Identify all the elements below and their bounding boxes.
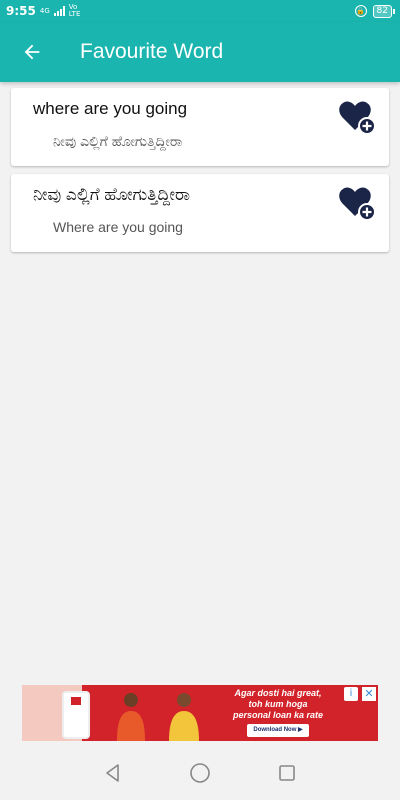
volte-bottom: LTE xyxy=(68,10,81,18)
favourite-primary-text: where are you going xyxy=(33,99,188,118)
ad-copy: Agar dosti hai great, toh kum hoga perso… xyxy=(218,688,338,737)
battery-indicator: 82 xyxy=(372,4,396,18)
volte-indicator: Vo LTE xyxy=(69,4,81,18)
triangle-back-icon xyxy=(106,763,120,782)
status-bar: 9:55 4G Vo LTE 🔒 82 xyxy=(0,0,400,22)
ad-person-image xyxy=(169,693,199,741)
favourite-card[interactable]: where are you going ನೀವು ಎಲ್ಲಿಗೆ ಹೋಗುತ್ತ… xyxy=(11,88,389,166)
ad-headline: Agar dosti hai great, xyxy=(234,688,322,698)
ad-headline: personal loan ka rate xyxy=(232,710,324,720)
info-icon[interactable]: i xyxy=(344,687,358,701)
circle-home-icon xyxy=(190,762,210,783)
nav-recents-button[interactable] xyxy=(272,758,302,788)
ad-banner[interactable]: Agar dosti hai great, toh kum hoga perso… xyxy=(22,685,378,741)
heart-add-icon[interactable] xyxy=(337,96,377,136)
favourite-translation-text: ನೀವು ಎಲ್ಲಿಗೆ ಹೋಗುತ್ತಿದ್ದೀರಾ xyxy=(53,133,183,149)
ad-phone-image xyxy=(62,691,90,739)
system-nav-bar xyxy=(0,745,400,800)
network-indicator: 4G xyxy=(40,6,65,16)
square-recents-icon xyxy=(278,764,295,781)
favourite-primary-text: ನೀವು ಎಲ್ಲಿಗೆ ಹೋಗುತ್ತಿದ್ದೀರಾ xyxy=(33,185,190,204)
signal-icon xyxy=(53,6,65,16)
nav-back-button[interactable] xyxy=(98,758,128,788)
rotation-lock-icon: 🔒 xyxy=(354,5,367,17)
favourites-list: where are you going ನೀವು ಎಲ್ಲಿಗೆ ಹೋಗುತ್ತ… xyxy=(11,88,389,260)
back-button[interactable] xyxy=(12,32,52,72)
close-icon[interactable]: ✕ xyxy=(362,687,376,701)
ad-download-button[interactable]: Download Now ▶ xyxy=(247,724,309,737)
app-bar: Favourite Word xyxy=(0,22,400,82)
page-title: Favourite Word xyxy=(80,40,224,63)
nav-home-button[interactable] xyxy=(185,758,215,788)
favourite-card[interactable]: ನೀವು ಎಲ್ಲಿಗೆ ಹೋಗುತ್ತಿದ್ದೀರಾ Where are yo… xyxy=(11,174,389,252)
heart-add-icon[interactable] xyxy=(337,182,377,222)
status-time: 9:55 xyxy=(6,4,36,18)
ad-headline: toh kum hoga xyxy=(248,699,308,709)
network-type: 4G xyxy=(39,6,50,15)
arrow-left-icon xyxy=(24,44,40,60)
ad-person-image xyxy=(117,693,145,741)
favourite-translation-text: Where are you going xyxy=(53,219,183,235)
